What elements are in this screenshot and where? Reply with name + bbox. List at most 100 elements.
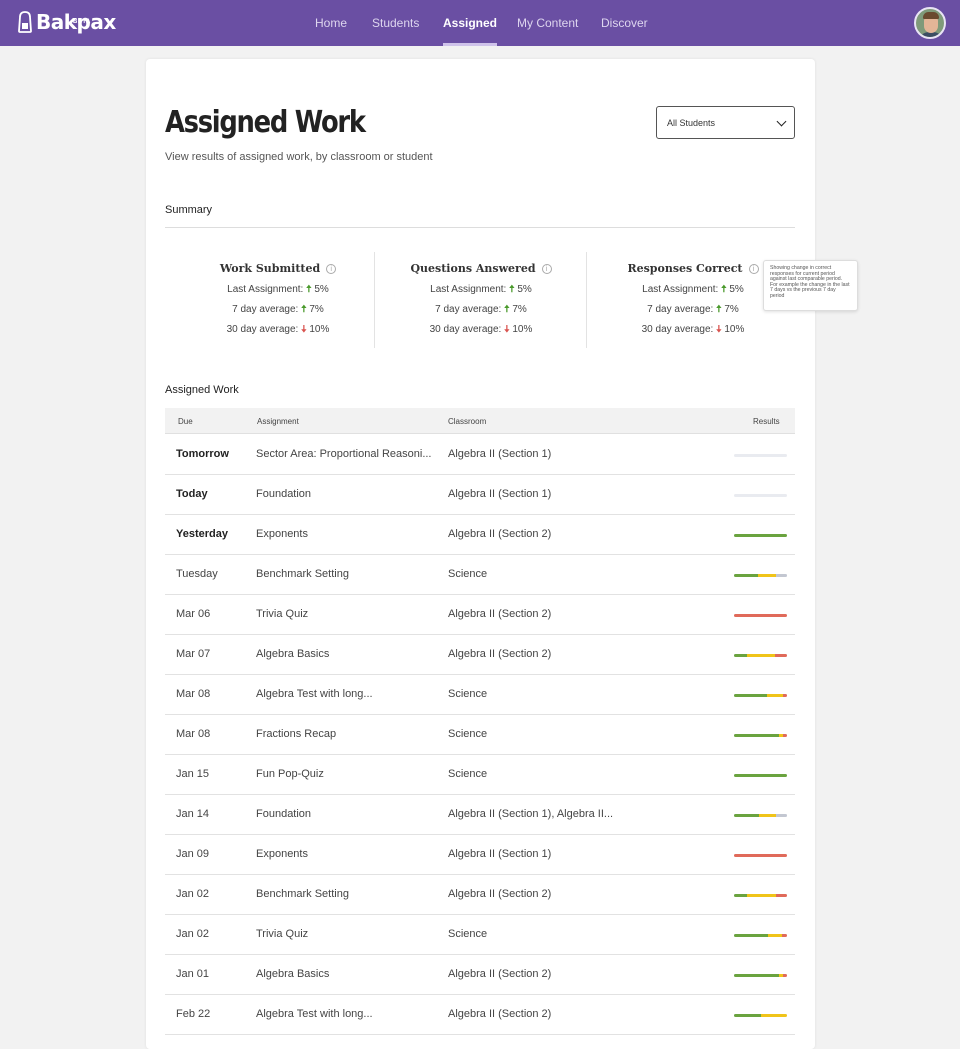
table-row[interactable]: Feb 22 Algebra Test with long... Algebra I… [165,995,795,1035]
results-segment-partial [747,894,777,897]
assignment-name[interactable]: Foundation [256,808,311,820]
stat-line: Last Assignment: 🠅 5% [227,284,329,295]
results-segment-correct [734,734,780,737]
classroom-name: Algebra II (Section 2) [448,968,552,980]
stat-line: 7 day average: 🠅 7% [232,304,324,315]
stat-line: Last Assignment: 🠅 5% [430,284,532,295]
nav-students[interactable]: Students [372,0,419,46]
assignment-name[interactable]: Exponents [256,848,308,860]
classroom-name: Algebra II (Section 1), Algebra II... [448,808,614,820]
results-bar[interactable] [734,854,787,857]
table-row[interactable]: Jan 09 Exponents Algebra II (Section 1) [165,835,795,875]
classroom-name: Algebra II (Section 2) [448,528,552,540]
main-nav: Home Students Assigned My Content Discov… [0,0,960,46]
table-row[interactable]: Mar 08 Fractions Recap Science [165,715,795,755]
column-header-assignment[interactable]: Assignment [257,417,299,426]
results-bar[interactable] [734,934,787,937]
assignment-name[interactable]: Benchmark Setting [256,888,349,900]
assignment-name[interactable]: Algebra Basics [256,648,329,660]
stat-line: 30 day average: 🠇 10% [641,324,745,335]
table-row[interactable]: Mar 08 Algebra Test with long... Science [165,675,795,715]
classroom-name: Science [448,728,488,740]
assignment-name[interactable]: Sector Area: Proportional Reasoni... [256,448,431,460]
info-icon[interactable]: i [748,264,759,274]
stat-line: 30 day average: 🠇 10% [429,324,533,335]
assignment-name[interactable]: Algebra Test with long... [256,1008,373,1020]
results-segment-unanswered [776,574,787,577]
results-bar[interactable] [734,894,787,897]
results-bar[interactable] [734,814,787,817]
student-filter-value: All Students [667,118,716,128]
classroom-name: Science [448,768,488,780]
results-bar[interactable] [734,1014,787,1017]
results-segment-incorrect [782,974,787,977]
table-row[interactable]: Tuesday Benchmark Setting Science [165,555,795,595]
results-segment-partial [760,1014,787,1017]
assignment-name[interactable]: Fractions Recap [256,728,336,740]
student-filter-select[interactable]: All Students [656,106,795,139]
table-row[interactable]: Jan 15 Fun Pop-Quiz Science [165,755,795,795]
info-icon[interactable]: i [326,264,337,274]
classroom-name: Algebra II (Section 2) [448,608,552,620]
info-icon[interactable]: i [541,264,552,274]
nav-home[interactable]: Home [315,0,347,46]
results-bar[interactable] [734,654,787,657]
results-segment-correct [734,774,787,777]
results-segment-incorrect [774,654,787,657]
assigned-work-heading: Assigned Work [165,384,239,396]
summary-divider [165,227,795,228]
info-tooltip: Showing change in correct responses for … [763,260,858,311]
assignment-name[interactable]: Fun Pop-Quiz [256,768,324,780]
table-row[interactable]: Today Foundation Algebra II (Section 1) [165,475,795,515]
results-bar[interactable] [734,774,787,777]
assignment-name[interactable]: Foundation [256,488,311,500]
classroom-name: Science [448,688,488,700]
results-bar[interactable] [734,454,787,457]
due-date: Mar 07 [176,648,211,660]
results-segment-correct [734,814,759,817]
nav-my-content[interactable]: My Content [517,0,578,46]
due-date: Jan 14 [176,808,210,820]
results-bar[interactable] [734,534,787,537]
results-bar[interactable] [734,734,787,737]
results-segment-unanswered [776,814,787,817]
results-bar[interactable] [734,974,787,977]
stat-divider [374,252,375,348]
results-segment-correct [734,1014,761,1017]
assignment-name[interactable]: Algebra Test with long... [256,688,373,700]
results-bar[interactable] [734,494,787,497]
results-bar[interactable] [734,614,787,617]
nav-assigned[interactable]: Assigned [443,0,498,46]
classroom-name: Algebra II (Section 2) [448,1008,552,1020]
table-row[interactable]: Jan 02 Benchmark Setting Algebra II (Secti… [165,875,795,915]
assignment-name[interactable]: Benchmark Setting [256,568,349,580]
column-header-classroom[interactable]: Classroom [448,417,486,426]
results-bar[interactable] [734,574,787,577]
table-row[interactable]: Jan 14 Foundation Algebra II (Section 1), … [165,795,795,835]
results-segment-correct [734,934,768,937]
table-row[interactable]: Mar 06 Trivia Quiz Algebra II (Section 2) [165,595,795,635]
table-row[interactable]: Tomorrow Sector Area: Proportional Reason… [165,435,795,475]
user-avatar[interactable] [914,7,946,39]
table-row[interactable]: Jan 02 Trivia Quiz Science [165,915,795,955]
results-segment-correct [734,974,779,977]
classroom-name: Algebra II (Section 2) [448,888,552,900]
stat-title: Responses Correct [627,262,743,275]
column-header-results[interactable]: Results [753,417,780,426]
results-segment-correct [734,654,748,657]
assignment-name[interactable]: Trivia Quiz [256,928,308,940]
table-row[interactable]: Yesterday Exponents Algebra II (Section 2) [165,515,795,555]
nav-discover[interactable]: Discover [601,0,648,46]
assignment-name[interactable]: Algebra Basics [256,968,329,980]
column-header-due[interactable]: Due [178,417,193,426]
stat-line: 7 day average: 🠅 7% [435,304,527,315]
arrow-up-icon: 🠅 [716,304,722,315]
results-bar[interactable] [734,694,787,697]
table-row[interactable]: Jan 01 Algebra Basics Algebra II (Section … [165,955,795,995]
arrow-down-icon: 🠇 [301,324,307,335]
assignment-name[interactable]: Trivia Quiz [256,608,308,620]
due-date: Yesterday [176,528,228,540]
table-row[interactable]: Mar 07 Algebra Basics Algebra II (Section … [165,635,795,675]
assignment-name[interactable]: Exponents [256,528,308,540]
top-nav-bar: Bakpax BETA Home Students Assigned My Co… [0,0,960,46]
